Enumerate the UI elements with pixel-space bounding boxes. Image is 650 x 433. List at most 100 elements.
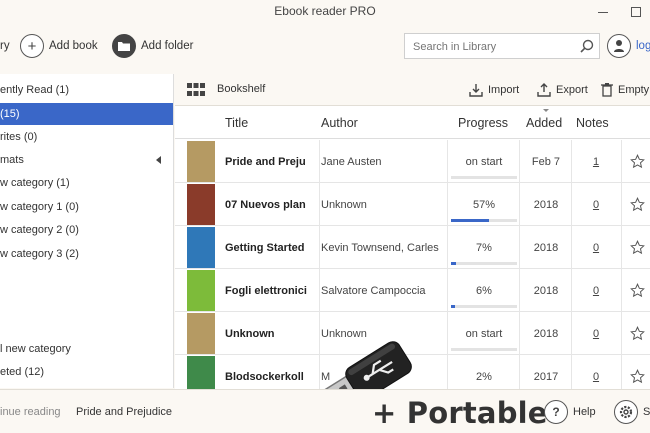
add-book-label: Add book — [49, 40, 98, 52]
help-label: Help — [573, 406, 596, 418]
column-divider — [447, 140, 448, 183]
bookshelf-label[interactable]: Bookshelf — [217, 83, 265, 95]
book-notes-link[interactable]: 0 — [573, 183, 619, 226]
progress-track — [451, 305, 517, 308]
book-cover[interactable] — [187, 313, 215, 354]
column-added[interactable]: Added — [526, 116, 562, 130]
continue-reading-book[interactable]: Pride and Prejudice — [76, 406, 172, 418]
empty-label: Empty — [618, 84, 650, 96]
column-divider — [319, 183, 320, 226]
progress-bar — [451, 219, 489, 222]
settings-button[interactable]: S — [614, 400, 650, 424]
portable-banner: + Portable — [372, 396, 548, 430]
grid-view-icon[interactable] — [187, 83, 205, 97]
book-cover[interactable] — [187, 227, 215, 268]
book-author: Salvatore Campoccia — [321, 284, 426, 297]
column-divider — [519, 226, 520, 269]
column-divider — [571, 269, 572, 312]
sidebar-item-recently-read[interactable]: ently Read (1) — [0, 79, 173, 101]
table-row[interactable]: Fogli elettronici Salvatore Campoccia 6% 20… — [175, 269, 650, 312]
column-divider — [571, 226, 572, 269]
progress-track — [451, 176, 517, 179]
collapse-arrow-icon[interactable] — [156, 156, 161, 164]
book-author: Unknown — [321, 198, 367, 211]
restore-button[interactable] — [625, 2, 645, 20]
toolbar: ry + Add book Add folder log — [0, 24, 650, 70]
column-divider — [621, 183, 622, 226]
user-icon — [607, 34, 631, 58]
table-row[interactable]: Getting Started Kevin Townsend, Carles 7% 2… — [175, 226, 650, 269]
favorite-star-icon[interactable] — [627, 183, 647, 226]
progress-track — [451, 348, 517, 351]
continue-reading-label: inue reading — [0, 406, 61, 418]
column-divider — [621, 269, 622, 312]
sidebar-item-category[interactable]: w category (1) — [0, 172, 173, 194]
export-button[interactable]: Export — [537, 81, 588, 99]
favorite-star-icon[interactable] — [627, 226, 647, 269]
sidebar-add-category[interactable]: l new category — [0, 338, 173, 360]
book-title: 07 Nuevos plan — [225, 198, 306, 211]
book-cover[interactable] — [187, 141, 215, 182]
sidebar-item-category-3[interactable]: w category 3 (2) — [0, 243, 173, 265]
column-progress[interactable]: Progress — [458, 116, 508, 130]
favorite-star-icon[interactable] — [627, 312, 647, 355]
column-divider — [447, 269, 448, 312]
sidebar-item-formats[interactable]: mats — [0, 149, 173, 171]
book-added-date: 2018 — [533, 198, 559, 211]
help-button[interactable]: ? Help — [544, 400, 596, 424]
status-bar: inue reading Pride and Prejudice + Porta… — [0, 389, 650, 433]
search-input[interactable] — [413, 39, 573, 55]
search-box[interactable] — [404, 33, 600, 59]
column-divider — [447, 183, 448, 226]
book-cover[interactable] — [187, 184, 215, 225]
book-added-date: 2018 — [533, 327, 559, 340]
sidebar-item-favorites[interactable]: rites (0) — [0, 126, 173, 148]
help-icon: ? — [544, 400, 568, 424]
trash-icon — [601, 83, 613, 97]
library-button[interactable]: ry — [0, 33, 10, 59]
add-folder-label: Add folder — [141, 40, 194, 52]
book-title: Pride and Preju — [225, 155, 306, 168]
add-folder-button[interactable]: Add folder — [112, 33, 193, 59]
column-divider — [571, 183, 572, 226]
book-added-date: 2018 — [533, 284, 559, 297]
book-cover[interactable] — [187, 270, 215, 311]
export-label: Export — [556, 84, 588, 96]
column-divider — [519, 183, 520, 226]
column-notes[interactable]: Notes — [576, 116, 609, 130]
column-divider — [621, 226, 622, 269]
sidebar-item-category-1[interactable]: w category 1 (0) — [0, 196, 173, 218]
sidebar-item-deleted[interactable]: eted (12) — [0, 361, 173, 383]
column-divider — [571, 140, 572, 183]
column-divider — [319, 269, 320, 312]
sidebar-item-formats-label: mats — [0, 154, 24, 166]
favorite-star-icon[interactable] — [627, 269, 647, 312]
table-row[interactable]: 07 Nuevos plan Unknown 57% 2018 0 — [175, 183, 650, 226]
column-divider — [319, 140, 320, 183]
book-author: Kevin Townsend, Carles — [321, 241, 439, 254]
favorite-star-icon[interactable] — [627, 140, 647, 183]
column-divider — [621, 312, 622, 355]
add-book-button[interactable]: + Add book — [20, 33, 98, 59]
search-icon[interactable] — [578, 38, 596, 56]
import-label: Import — [488, 84, 520, 96]
window-title: Ebook reader PRO — [274, 4, 376, 18]
book-notes-link[interactable]: 0 — [573, 226, 619, 269]
plus-icon: + — [20, 34, 44, 58]
sidebar-item-all-books[interactable]: (15) — [0, 103, 173, 125]
column-author[interactable]: Author — [321, 116, 358, 130]
progress-bar — [451, 305, 455, 308]
minimize-button[interactable] — [593, 2, 613, 20]
settings-label: S — [643, 406, 650, 418]
table-row[interactable]: Pride and Preju Jane Austen on start Feb 71 — [175, 140, 650, 183]
column-divider — [319, 226, 320, 269]
book-notes-link[interactable]: 0 — [573, 312, 619, 355]
gear-icon — [614, 400, 638, 424]
book-notes-link[interactable]: 1 — [573, 140, 619, 183]
column-title[interactable]: Title — [225, 116, 248, 130]
import-button[interactable]: Import — [469, 81, 519, 99]
sidebar-item-category-2[interactable]: w category 2 (0) — [0, 219, 173, 241]
book-notes-link[interactable]: 0 — [573, 269, 619, 312]
empty-button[interactable]: Empty — [601, 81, 649, 99]
login-button[interactable]: log — [607, 33, 650, 59]
